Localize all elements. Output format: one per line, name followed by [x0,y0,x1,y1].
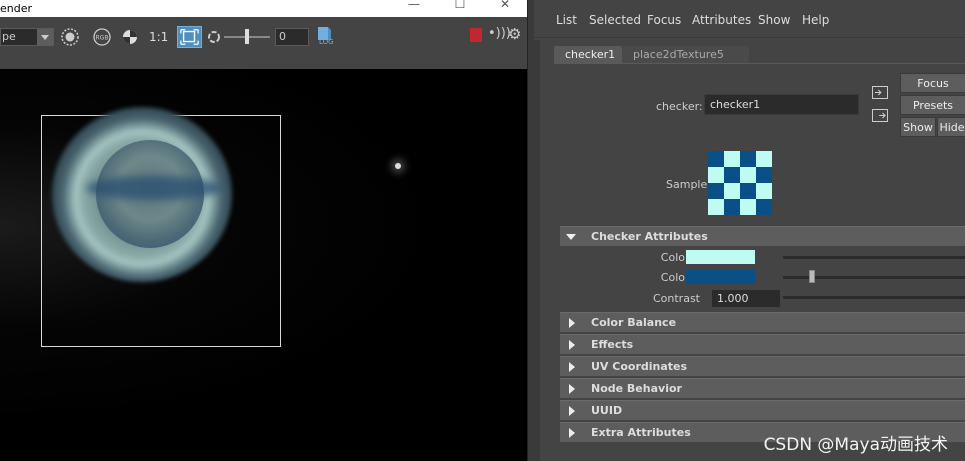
input-connections-icon[interactable] [872,86,888,99]
menu-selected[interactable]: Selected [589,13,641,27]
display-mode-dropdown[interactable]: pe [0,28,54,46]
checker-cell [724,167,740,183]
checker-cell [756,183,772,199]
snapshot-icon[interactable] [60,26,80,48]
focus-button[interactable]: Focus [900,73,965,93]
minimize-button[interactable]: — [404,0,424,12]
checker-cell [724,199,740,215]
presets-button[interactable]: Presets [900,95,965,115]
editor-left-rail [534,40,540,461]
contrast-input[interactable]: 1.000 [712,290,780,307]
rgb-label: RGB [96,35,109,42]
exposure-icon[interactable] [121,26,139,48]
maximize-button[interactable]: ☐ [450,0,470,12]
expand-arrow-icon[interactable] [569,318,575,328]
checker-cell [708,151,724,167]
expand-arrow-icon[interactable] [569,384,575,394]
sphere-checker-band [86,176,222,200]
render-window-title: ender [0,2,33,15]
tab-divider [554,63,965,64]
watermark: CSDN @Maya动画技术 [763,435,948,455]
menu-focus[interactable]: Focus [647,13,681,27]
checker-cell [740,199,756,215]
render-window-titlebar: ender — ☐ ✕ [0,0,527,17]
expand-arrow-icon[interactable] [569,362,575,372]
color2-swatch[interactable] [686,270,755,284]
section-label: Extra Attributes [591,426,691,439]
record-icon[interactable] [470,28,482,42]
section-label: Checker Attributes [591,230,708,243]
section-label: UV Coordinates [591,360,688,373]
expand-arrow-icon[interactable] [569,406,575,416]
checker-cell [756,151,772,167]
section-color-balance[interactable]: Color Balance [560,312,965,332]
menu-attributes[interactable]: Attributes [692,13,751,27]
contrast-slider[interactable] [783,296,965,299]
color2-slider-thumb[interactable] [809,270,815,283]
checker-cell [708,199,724,215]
chevron-down-icon[interactable] [37,29,53,45]
node-name-label: checker: [656,100,703,113]
checker-cell [724,183,740,199]
render-view-window: ender — ☐ ✕ pe RGB 1:1 0 LOG •))) ⚙ [0,0,527,461]
checker-cell [756,199,772,215]
section-label: Color Balance [591,316,677,329]
display-mode-value: pe [2,30,16,43]
audio-icon[interactable]: •))) [488,26,511,44]
light-point [395,163,401,169]
color1-slider[interactable] [783,256,965,259]
contrast-label: Contrast [652,292,700,305]
collapse-arrow-icon[interactable] [566,234,576,240]
tab-checker1[interactable]: checker1 [554,46,622,64]
exposure-slider-thumb[interactable] [245,29,249,44]
section-label: UUID [591,404,623,417]
checker-cell [740,183,756,199]
checker-cell [740,167,756,183]
attribute-editor: List Selected Focus Attributes Show Help… [534,0,965,461]
tab-place2dtexture5[interactable]: place2dTexture5 [622,46,749,64]
expand-arrow-icon[interactable] [569,340,575,350]
refresh-icon[interactable] [207,26,221,48]
show-button[interactable]: Show [900,117,936,137]
section-uuid[interactable]: UUID [560,400,965,420]
gear-icon[interactable]: ⚙ [508,25,524,43]
ratio-button[interactable]: 1:1 [149,30,168,44]
node-name-field[interactable]: checker1 [704,94,859,115]
checker-cell [708,183,724,199]
checker-cell [756,167,772,183]
output-connections-icon[interactable] [872,109,888,122]
menu-list[interactable]: List [556,13,577,27]
expand-arrow-icon[interactable] [569,428,575,438]
menu-show[interactable]: Show [758,13,790,27]
menu-bar: List Selected Focus Attributes Show Help [534,0,965,38]
log-label: LOG [319,38,334,46]
hide-button[interactable]: Hide [937,117,965,137]
render-region-icon[interactable] [177,26,202,48]
checker-cell [724,151,740,167]
checker-cell [740,151,756,167]
menu-help[interactable]: Help [802,13,829,27]
color1-swatch[interactable] [686,250,755,264]
section-label: Node Behavior [591,382,682,395]
close-button[interactable]: ✕ [495,0,515,12]
section-effects[interactable]: Effects [560,334,965,354]
render-viewport[interactable] [0,69,527,461]
panel-splitter[interactable] [527,0,534,461]
rgb-channel-icon[interactable]: RGB [92,26,112,48]
section-checker-attributes[interactable]: Checker Attributes [560,226,965,246]
exposure-input[interactable]: 0 [275,28,309,46]
section-uv-coordinates[interactable]: UV Coordinates [560,356,965,376]
sample-label: Sample [666,178,708,191]
checker-sample-swatch [708,151,772,215]
checker-cell [708,167,724,183]
section-node-behavior[interactable]: Node Behavior [560,378,965,398]
section-label: Effects [591,338,634,351]
